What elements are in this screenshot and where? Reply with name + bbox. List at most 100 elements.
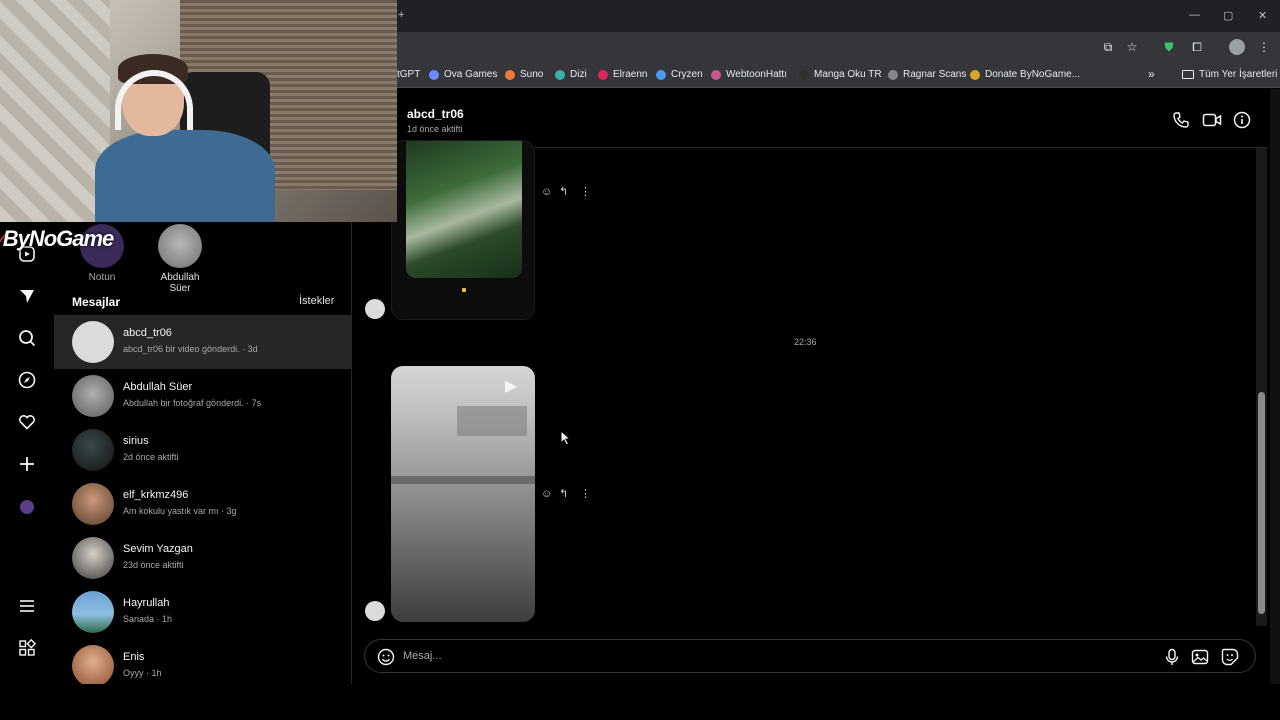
bookmark-favicon-icon (888, 69, 898, 80)
also-from-meta-icon[interactable] (17, 638, 37, 659)
profile-avatar[interactable] (17, 497, 37, 517)
notifications-heart-icon[interactable] (17, 413, 37, 433)
sparkle-icon (462, 288, 466, 292)
bookmark-item[interactable]: WebtoonHattı (711, 69, 787, 80)
avatar (72, 429, 114, 471)
search-icon[interactable] (17, 329, 37, 349)
bookmark-favicon-icon (970, 69, 980, 80)
stream-logo: ⁄ByNoGame (0, 226, 114, 251)
conversation-info-icon[interactable] (1233, 111, 1251, 129)
play-icon: ▶ (505, 378, 518, 395)
avatar (72, 375, 114, 417)
conversation-row[interactable]: sirius 2d önce aktifti (54, 423, 352, 477)
reply-icon[interactable]: ↰ (559, 185, 568, 198)
bookmark-item[interactable]: Cryzen (656, 69, 703, 80)
conversation-name: Enis (123, 651, 145, 663)
shared-video-message[interactable]: ▶ (391, 366, 535, 622)
more-menu-icon[interactable] (17, 597, 37, 617)
conversation-row[interactable]: Hayrullah Sanada · 1h (54, 585, 352, 639)
inbox-title: Mesajlar (72, 295, 121, 309)
bookmark-star-icon[interactable]: ☆ (1125, 40, 1139, 54)
avatar (72, 537, 114, 579)
time-separator: 22:36 (794, 337, 817, 347)
avatar (72, 483, 114, 525)
react-emoji-icon[interactable]: ☺ (541, 186, 552, 198)
conversation-name: Hayrullah (123, 597, 170, 609)
mouse-cursor-icon (560, 429, 572, 451)
story-label: Notun (88, 272, 116, 283)
maximize-button[interactable]: ▢ (1223, 9, 1233, 22)
microphone-icon[interactable] (1163, 648, 1181, 666)
conversation-name: elf_krkmz496 (123, 489, 189, 501)
avatar (72, 591, 114, 633)
minimize-button[interactable]: — (1189, 9, 1200, 21)
new-tab-button[interactable]: + (398, 9, 404, 21)
conversation-preview: Abdullah bir fotoğraf gönderdi. · 7s (123, 398, 262, 408)
conversation-preview: 2d önce aktifti (123, 452, 179, 462)
conversation-name: sirius (123, 435, 149, 447)
bookmark-item[interactable]: Ragnar Scans (888, 69, 966, 80)
page-scrollbar[interactable] (1270, 89, 1280, 684)
message-composer (364, 639, 1256, 673)
all-bookmarks-folder[interactable]: Tüm Yer İşaretleri (1182, 69, 1277, 80)
conversation-row[interactable]: Sevim Yazgan 23d önce aktifti (54, 531, 352, 585)
video-call-icon[interactable] (1202, 111, 1222, 129)
story-label: Abdullah Süer (160, 272, 200, 294)
bookmarks-overflow-chevron-icon[interactable]: » (1148, 67, 1155, 81)
profile-avatar[interactable] (1229, 39, 1245, 55)
install-app-icon[interactable]: ⧉ (1101, 40, 1115, 54)
message-input[interactable] (403, 648, 1103, 664)
more-options-icon[interactable]: ⋮ (580, 487, 591, 500)
bookmark-favicon-icon (555, 69, 565, 80)
webcam-overlay (0, 0, 397, 222)
conversation-row[interactable]: Enis Oyyy · 1h (54, 639, 352, 684)
taskbar-area (0, 684, 1280, 720)
bookmark-favicon-icon (711, 69, 721, 80)
avatar (158, 224, 202, 268)
bookmark-favicon-icon (799, 69, 809, 80)
conversation-preview: Oyyy · 1h (123, 668, 162, 678)
chat-scrollbar-thumb[interactable] (1258, 392, 1265, 614)
sender-avatar (365, 601, 385, 621)
sticker-icon[interactable] (1221, 648, 1239, 666)
folder-icon (1182, 70, 1194, 79)
bookmark-item[interactable]: Elraenn (598, 69, 647, 80)
shield-extension-icon[interactable]: ⛊ (1162, 40, 1176, 54)
streamer-body (95, 130, 275, 222)
conversation-row[interactable]: elf_krkmz496 Am kokulu yastık var mı · 3… (54, 477, 352, 531)
chat-active-status: 1d önce aktifti (407, 124, 463, 134)
bookmark-item[interactable]: Dizi (555, 69, 587, 80)
reply-icon[interactable]: ↰ (559, 487, 568, 500)
avatar (72, 645, 114, 684)
extensions-icon[interactable]: ⧠ (1190, 40, 1204, 54)
conversation-name: Sevim Yazgan (123, 543, 193, 555)
react-emoji-icon[interactable]: ☺ (541, 488, 552, 500)
more-options-icon[interactable]: ⋮ (580, 185, 591, 198)
voice-call-icon[interactable] (1172, 111, 1190, 129)
bookmark-item[interactable]: tGPT (397, 69, 420, 80)
conversation-preview: Am kokulu yastık var mı · 3g (123, 506, 237, 516)
sender-avatar (365, 299, 385, 319)
create-plus-icon[interactable] (17, 455, 37, 475)
conversation-row[interactable]: Abdullah Süer Abdullah bir fotoğraf gönd… (54, 369, 352, 423)
direct-messages-icon[interactable] (17, 287, 37, 307)
conversation-row[interactable]: abcd_tr06 abcd_tr06 bir video gönderdi. … (54, 315, 352, 369)
poster-wall (0, 0, 110, 222)
story-abdullah[interactable]: Abdullah Süer (150, 224, 210, 294)
photo-upload-icon[interactable] (1191, 648, 1209, 666)
close-window-button[interactable]: ✕ (1258, 9, 1267, 22)
bookmark-item[interactable]: Donate ByNoGame... (970, 69, 1080, 80)
requests-link[interactable]: İstekler (299, 295, 334, 307)
emoji-picker-icon[interactable] (377, 648, 395, 666)
conversation-preview: abcd_tr06 bir video gönderdi. · 3d (123, 344, 258, 354)
video-thumbnail (406, 141, 522, 278)
chat-username[interactable]: abcd_tr06 (407, 107, 464, 121)
bookmark-item[interactable]: Ova Games (429, 69, 497, 80)
bookmark-favicon-icon (505, 69, 515, 80)
menu-kebab-icon[interactable]: ⋮ (1257, 40, 1271, 54)
conversation-name: Abdullah Süer (123, 381, 193, 393)
shared-video-message[interactable] (391, 140, 535, 320)
explore-compass-icon[interactable] (17, 371, 37, 391)
bookmark-item[interactable]: Manga Oku TR (799, 69, 882, 80)
bookmark-item[interactable]: Suno (505, 69, 543, 80)
